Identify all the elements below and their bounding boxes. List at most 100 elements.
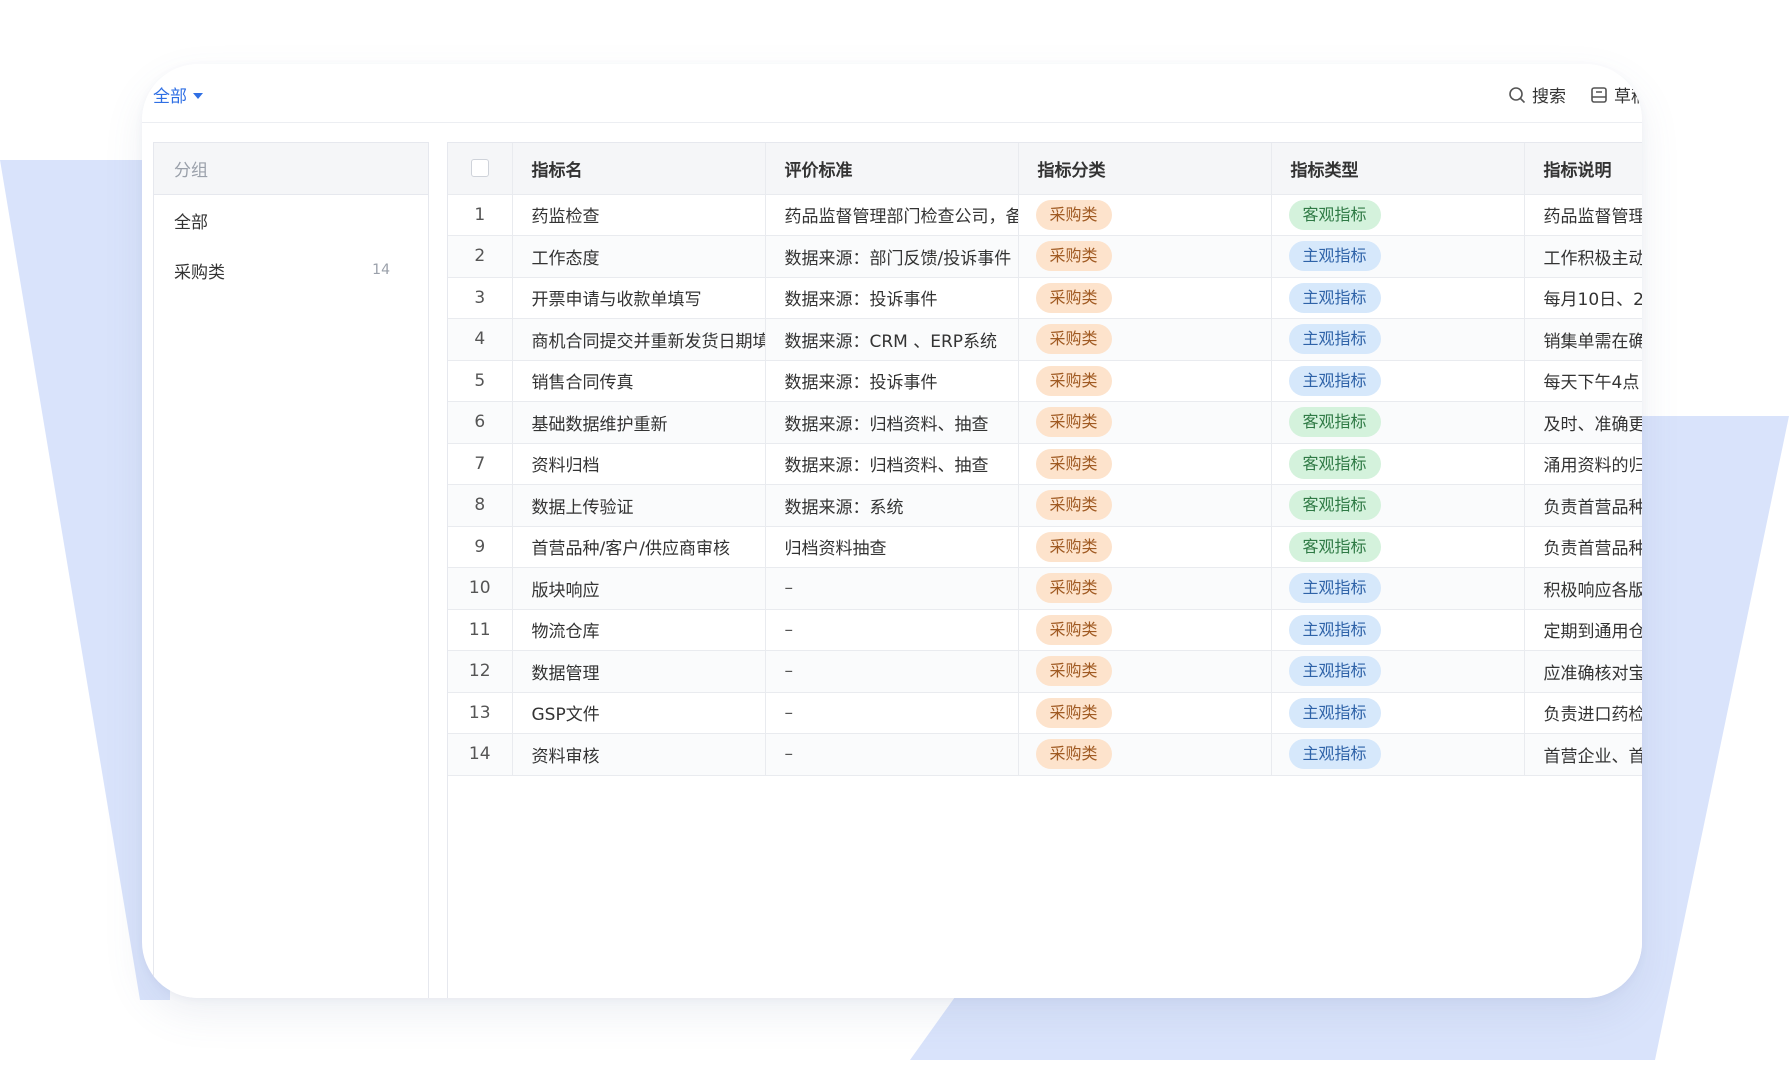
sidebar-item-label: 采购类: [174, 262, 225, 283]
caret-down-icon: [193, 92, 203, 99]
row-number: 10: [448, 567, 513, 610]
indicator-description: 工作积极主动: [1524, 235, 1642, 278]
row-number: 9: [448, 526, 513, 568]
select-all-checkbox[interactable]: [470, 159, 489, 178]
column-header-name[interactable]: 指标名: [512, 143, 766, 195]
evaluation-standard: 数据来源：投诉事件: [765, 277, 1019, 319]
type-tag: 客观指标: [1288, 531, 1381, 562]
indicator-name: 工作态度: [512, 235, 766, 278]
type-cell: 客观指标: [1271, 526, 1525, 568]
search-label: 搜索: [1532, 87, 1566, 107]
row-number: 2: [448, 235, 513, 278]
indicator-description: 负责首营品种: [1524, 526, 1642, 568]
scope-label: 全部: [153, 87, 187, 107]
table-row[interactable]: 4 商机合同提交并重新发货日期填写 数据来源：CRM 、ERP系统 采购类 主观指标 销集…: [448, 318, 1642, 361]
type-tag: 主观指标: [1288, 697, 1381, 728]
main-card: 全部 搜索 草稿 分组 全部 采购类 14 指标名 评价标准 指标分类 指标类型…: [142, 64, 1642, 998]
sidebar-item-count: 14: [372, 262, 390, 278]
type-cell: 客观指标: [1271, 401, 1525, 444]
category-cell: 采购类: [1018, 609, 1272, 651]
select-all-cell: [448, 143, 513, 195]
table-row[interactable]: 2 工作态度 数据来源：部门反馈/投诉事件 采购类 主观指标 工作积极主动: [448, 235, 1642, 278]
top-bar: 全部 搜索 草稿: [142, 64, 1642, 123]
table-body: 1 药监检查 药品监督管理部门检查公司，备 采购类 客观指标 药品监督管理 2 工作态度 数据来…: [448, 194, 1642, 776]
type-cell: 主观指标: [1271, 650, 1525, 693]
row-number: 5: [448, 360, 513, 402]
table-row[interactable]: 12 数据管理 – 采购类 主观指标 应准确核对宝: [448, 650, 1642, 693]
type-tag: 客观指标: [1288, 448, 1381, 479]
evaluation-standard: –: [765, 692, 1019, 734]
evaluation-standard: –: [765, 567, 1019, 610]
table-row[interactable]: 5 销售合同传真 数据来源：投诉事件 采购类 主观指标 每天下午4点: [448, 360, 1642, 402]
evaluation-standard: 数据来源：归档资料、抽查: [765, 443, 1019, 485]
type-cell: 主观指标: [1271, 235, 1525, 278]
evaluation-standard: 数据来源：投诉事件: [765, 360, 1019, 402]
table-row[interactable]: 14 资料审核 – 采购类 主观指标 首营企业、首: [448, 733, 1642, 776]
evaluation-standard: 数据来源：部门反馈/投诉事件: [765, 235, 1019, 278]
indicator-name: 商机合同提交并重新发货日期填写: [512, 318, 766, 361]
indicator-name: 销售合同传真: [512, 360, 766, 402]
column-header-type[interactable]: 指标类型: [1271, 143, 1525, 195]
indicator-name: 开票申请与收款单填写: [512, 277, 766, 319]
table-row[interactable]: 13 GSP文件 – 采购类 主观指标 负责进口药检: [448, 692, 1642, 734]
type-tag: 主观指标: [1288, 324, 1381, 355]
table-row[interactable]: 9 首营品种/客户/供应商审核 归档资料抽查 采购类 客观指标 负责首营品种: [448, 526, 1642, 568]
type-cell: 主观指标: [1271, 277, 1525, 319]
table-header-row: 指标名 评价标准 指标分类 指标类型 指标说明: [448, 143, 1642, 195]
category-tag: 采购类: [1035, 656, 1112, 687]
indicator-name: 版块响应: [512, 567, 766, 610]
indicator-description: 首营企业、首: [1524, 733, 1642, 776]
column-header-category[interactable]: 指标分类: [1018, 143, 1272, 195]
category-cell: 采购类: [1018, 484, 1272, 527]
category-cell: 采购类: [1018, 360, 1272, 402]
table-row[interactable]: 7 资料归档 数据来源：归档资料、抽查 采购类 客观指标 涌用资料的归: [448, 443, 1642, 485]
scope-dropdown[interactable]: 全部: [153, 82, 203, 107]
type-tag: 主观指标: [1288, 656, 1381, 687]
indicator-description: 涌用资料的归: [1524, 443, 1642, 485]
category-tag: 采购类: [1035, 573, 1112, 604]
category-cell: 采购类: [1018, 567, 1272, 610]
category-cell: 采购类: [1018, 526, 1272, 568]
table-row[interactable]: 8 数据上传验证 数据来源：系统 采购类 客观指标 负责首营品种: [448, 484, 1642, 527]
category-tag: 采购类: [1035, 531, 1112, 562]
table-row[interactable]: 1 药监检查 药品监督管理部门检查公司，备 采购类 客观指标 药品监督管理: [448, 194, 1642, 236]
category-tag: 采购类: [1035, 448, 1112, 479]
draft-button[interactable]: 草稿: [1590, 82, 1642, 107]
indicator-description: 药品监督管理: [1524, 194, 1642, 236]
row-number: 13: [448, 692, 513, 734]
sidebar-item-all[interactable]: 全部: [154, 195, 428, 245]
category-tag: 采购类: [1035, 199, 1112, 230]
sidebar-title: 分组: [154, 143, 428, 195]
indicator-name: GSP文件: [512, 692, 766, 734]
column-header-standard[interactable]: 评价标准: [765, 143, 1019, 195]
table-row[interactable]: 11 物流仓库 – 采购类 主观指标 定期到通用仓: [448, 609, 1642, 651]
indicator-table-container[interactable]: 指标名 评价标准 指标分类 指标类型 指标说明 1 药监检查 药品监督管理部门检查公…: [447, 142, 1642, 998]
type-cell: 客观指标: [1271, 443, 1525, 485]
sidebar-item-label: 全部: [174, 212, 208, 233]
column-header-description[interactable]: 指标说明: [1524, 143, 1642, 195]
evaluation-standard: –: [765, 650, 1019, 693]
indicator-description: 及时、准确更: [1524, 401, 1642, 444]
row-number: 8: [448, 484, 513, 527]
table-row[interactable]: 10 版块响应 – 采购类 主观指标 积极响应各版: [448, 567, 1642, 610]
sidebar-item-procurement[interactable]: 采购类 14: [154, 245, 428, 295]
indicator-name: 药监检查: [512, 194, 766, 236]
row-number: 6: [448, 401, 513, 444]
category-cell: 采购类: [1018, 235, 1272, 278]
indicator-table: 指标名 评价标准 指标分类 指标类型 指标说明 1 药监检查 药品监督管理部门检查公…: [448, 143, 1642, 776]
row-number: 1: [448, 194, 513, 236]
type-tag: 客观指标: [1288, 407, 1381, 438]
search-button[interactable]: 搜索: [1508, 82, 1566, 107]
search-icon: [1509, 86, 1526, 103]
indicator-description: 积极响应各版: [1524, 567, 1642, 610]
evaluation-standard: 药品监督管理部门检查公司，备: [765, 194, 1019, 236]
type-cell: 主观指标: [1271, 318, 1525, 361]
category-cell: 采购类: [1018, 277, 1272, 319]
indicator-description: 负责首营品种: [1524, 484, 1642, 527]
table-row[interactable]: 3 开票申请与收款单填写 数据来源：投诉事件 采购类 主观指标 每月10日、2: [448, 277, 1642, 319]
type-tag: 主观指标: [1288, 573, 1381, 604]
evaluation-standard: 数据来源：系统: [765, 484, 1019, 527]
type-tag: 主观指标: [1288, 365, 1381, 396]
table-row[interactable]: 6 基础数据维护重新 数据来源：归档资料、抽查 采购类 客观指标 及时、准确更: [448, 401, 1642, 444]
draft-icon: [1591, 86, 1607, 103]
